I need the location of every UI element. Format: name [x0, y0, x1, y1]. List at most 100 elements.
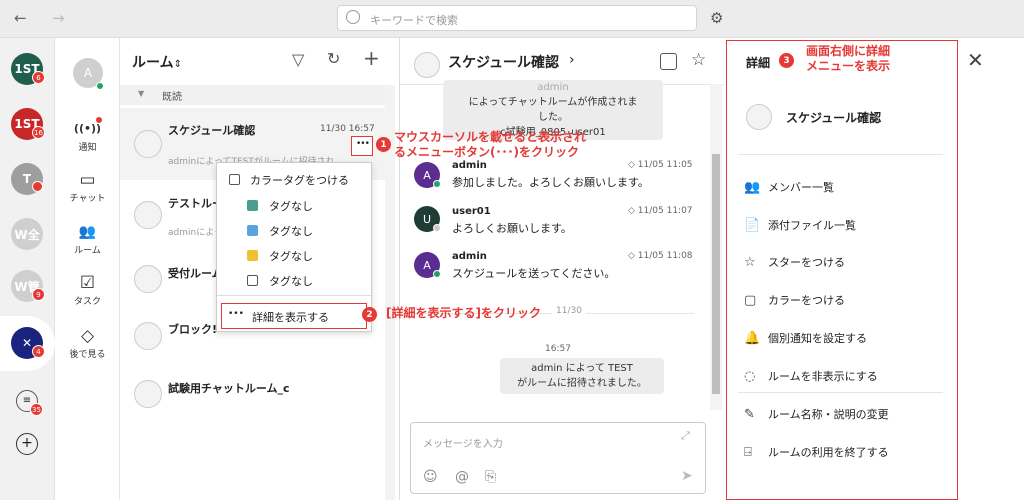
workspace-badge: 4	[32, 345, 45, 358]
notification-dot	[96, 117, 102, 123]
attach-icon[interactable]: ⎘	[485, 469, 496, 485]
online-status-icon	[433, 270, 441, 278]
detail-item-star[interactable]: ☆ スターをつける	[744, 254, 845, 270]
nav-item-notifications[interactable]: ((•)) 通知	[55, 118, 120, 153]
show-detail-menu-item[interactable]: ••• 詳細を表示する	[221, 303, 367, 329]
nav-label: チャット	[69, 194, 106, 204]
detail-item-rename[interactable]: ✎ ルーム名称・説明の変更	[744, 406, 889, 422]
members-icon: 👥	[744, 180, 761, 195]
detail-item-leave[interactable]: ⍈ ルームの利用を終了する	[744, 444, 889, 460]
chat-panel: スケジュール確認 › ☆ admin によってチャットルームが作成されま した。…	[400, 38, 724, 500]
menu-item-tag[interactable]: タグなし	[269, 248, 313, 264]
search-input[interactable]: キーワードで検索	[337, 5, 697, 31]
add-workspace-icon[interactable]: +	[16, 433, 38, 455]
send-icon[interactable]: ➤	[681, 468, 693, 484]
eye-off-icon: ◌	[744, 369, 756, 384]
nav-item-chat[interactable]: ▭ チャット	[55, 169, 120, 204]
detail-item-color[interactable]: ▢ カラーをつける	[744, 292, 845, 308]
checkbox-icon[interactable]	[229, 174, 240, 185]
message-input[interactable]: メッセージを入力 ⤢ ☺ @ ⎘ ➤	[410, 422, 706, 494]
top-bar: ← → キーワードで検索 ⚙	[0, 0, 1024, 38]
star-icon[interactable]: ☆	[691, 50, 706, 70]
detail-item-files[interactable]: 📄 添付ファイル一覧	[744, 217, 856, 233]
avatar-initial: A	[423, 168, 431, 182]
room-avatar-icon	[134, 380, 162, 408]
workspace-label: T	[22, 172, 32, 186]
message-time: ◇ 11/05 11:08	[628, 251, 693, 261]
select-checkbox-icon[interactable]	[660, 53, 677, 70]
more-icon: •••	[228, 309, 244, 319]
time-text: 11/05 11:08	[637, 251, 693, 261]
room-avatar-icon	[414, 52, 440, 78]
nav-item-rooms[interactable]: 👥 ルーム	[55, 221, 120, 256]
detail-item-label: 個別通知を設定する	[768, 332, 867, 345]
search-placeholder: キーワードで検索	[370, 14, 458, 27]
nav-sidebar: A ((•)) 通知 ▭ チャット 👥 ルーム ☑ タスク ◇ 後で見る	[55, 38, 120, 500]
tag-swatch-icon	[247, 200, 258, 211]
workspace-sidebar: 1ST 6 1ST 16 T W全 W管 9 ✕ 4 ≡ 35 +	[0, 38, 55, 500]
scrollbar[interactable]	[710, 84, 722, 410]
detail-item-members[interactable]: 👥 メンバー一覧	[744, 179, 834, 195]
annotation-1: マウスカーソルを載せると表示され るメニューボタン(･･･)をクリック	[394, 130, 586, 160]
group-header[interactable]: ▼ 既読	[120, 85, 385, 105]
workspace-label: W全	[14, 227, 40, 242]
tag-icon: ◇	[80, 326, 95, 346]
sort-icon: ⇕	[173, 59, 182, 70]
sender-name: user01	[452, 206, 491, 217]
detail-title: 詳細	[746, 56, 771, 70]
add-room-icon[interactable]: +	[363, 46, 380, 70]
expand-icon[interactable]: ⤢	[681, 429, 690, 443]
annotation-text: マウスカーソルを載せると表示され	[394, 130, 587, 144]
annotation-text: メニューを表示	[806, 59, 891, 73]
annotation-number: 1	[376, 137, 391, 152]
bubble-line: によってチャットルームが作成されま	[468, 97, 638, 108]
detail-item-hide[interactable]: ◌ ルームを非表示にする	[744, 368, 878, 384]
workspace-badge	[32, 181, 43, 192]
annotation-2: [詳細を表示する]をクリック	[386, 306, 541, 320]
sender-name: admin	[452, 251, 487, 262]
back-arrow-icon[interactable]: ←	[14, 9, 27, 27]
filter-icon[interactable]: ▽	[292, 50, 304, 69]
room-preview: adminによっ	[168, 228, 223, 238]
menu-item-tag[interactable]: タグなし	[269, 198, 313, 214]
star-icon: ☆	[744, 255, 756, 270]
workspace-icon[interactable]: W全	[11, 218, 43, 250]
filter-settings-icon[interactable]: ⚙	[710, 9, 723, 27]
avatar-initial: A	[83, 66, 93, 80]
tag-swatch-icon	[247, 275, 258, 286]
color-tag-label[interactable]: カラータグをつける	[250, 172, 349, 188]
room-name: 受付ルーム	[168, 267, 223, 280]
nav-item-tasks[interactable]: ☑ タスク	[55, 272, 120, 307]
room-avatar-icon	[134, 201, 162, 229]
emoji-icon[interactable]: ☺	[423, 469, 438, 485]
bubble-line: がルームに招待されました。	[517, 378, 647, 389]
room-name: スケジュール確認	[168, 124, 256, 137]
close-icon[interactable]: ✕	[967, 48, 984, 72]
room-avatar-icon	[134, 130, 162, 158]
search-icon	[346, 10, 360, 24]
detail-item-label: メンバー一覧	[768, 181, 834, 194]
detail-item-notification[interactable]: 🔔 個別通知を設定する	[744, 330, 867, 346]
forward-arrow-icon[interactable]: →	[52, 9, 65, 27]
more-button[interactable]: •••	[351, 136, 373, 156]
annotation-text: るメニューボタン(･･･)をクリック	[394, 145, 579, 159]
detail-room-name: スケジュール確認	[786, 111, 882, 125]
mention-icon[interactable]: @	[455, 469, 469, 485]
chevron-right-icon[interactable]: ›	[569, 52, 575, 68]
menu-item-tag[interactable]: タグなし	[269, 223, 313, 239]
workspace-badge: 16	[32, 126, 45, 139]
bubble-line: した。	[538, 112, 568, 123]
divider	[217, 295, 371, 296]
more-icon: •••	[356, 139, 370, 149]
menu-item-tag[interactable]: タグなし	[269, 273, 313, 289]
group-label: 既読	[162, 92, 182, 103]
message-text: 参加しました。よろしくお願いします。	[452, 176, 649, 189]
input-placeholder: メッセージを入力	[423, 439, 503, 450]
nav-item-later[interactable]: ◇ 後で見る	[55, 325, 120, 360]
scroll-thumb[interactable]	[712, 154, 720, 394]
room-panel-title[interactable]: ルーム⇕	[132, 52, 182, 72]
refresh-icon[interactable]: ↻	[327, 49, 340, 68]
list-item[interactable]: 試験用チャットルーム_c	[120, 368, 385, 418]
room-title-text: ルーム	[132, 55, 174, 71]
time-text: 11/05 11:07	[637, 206, 693, 216]
